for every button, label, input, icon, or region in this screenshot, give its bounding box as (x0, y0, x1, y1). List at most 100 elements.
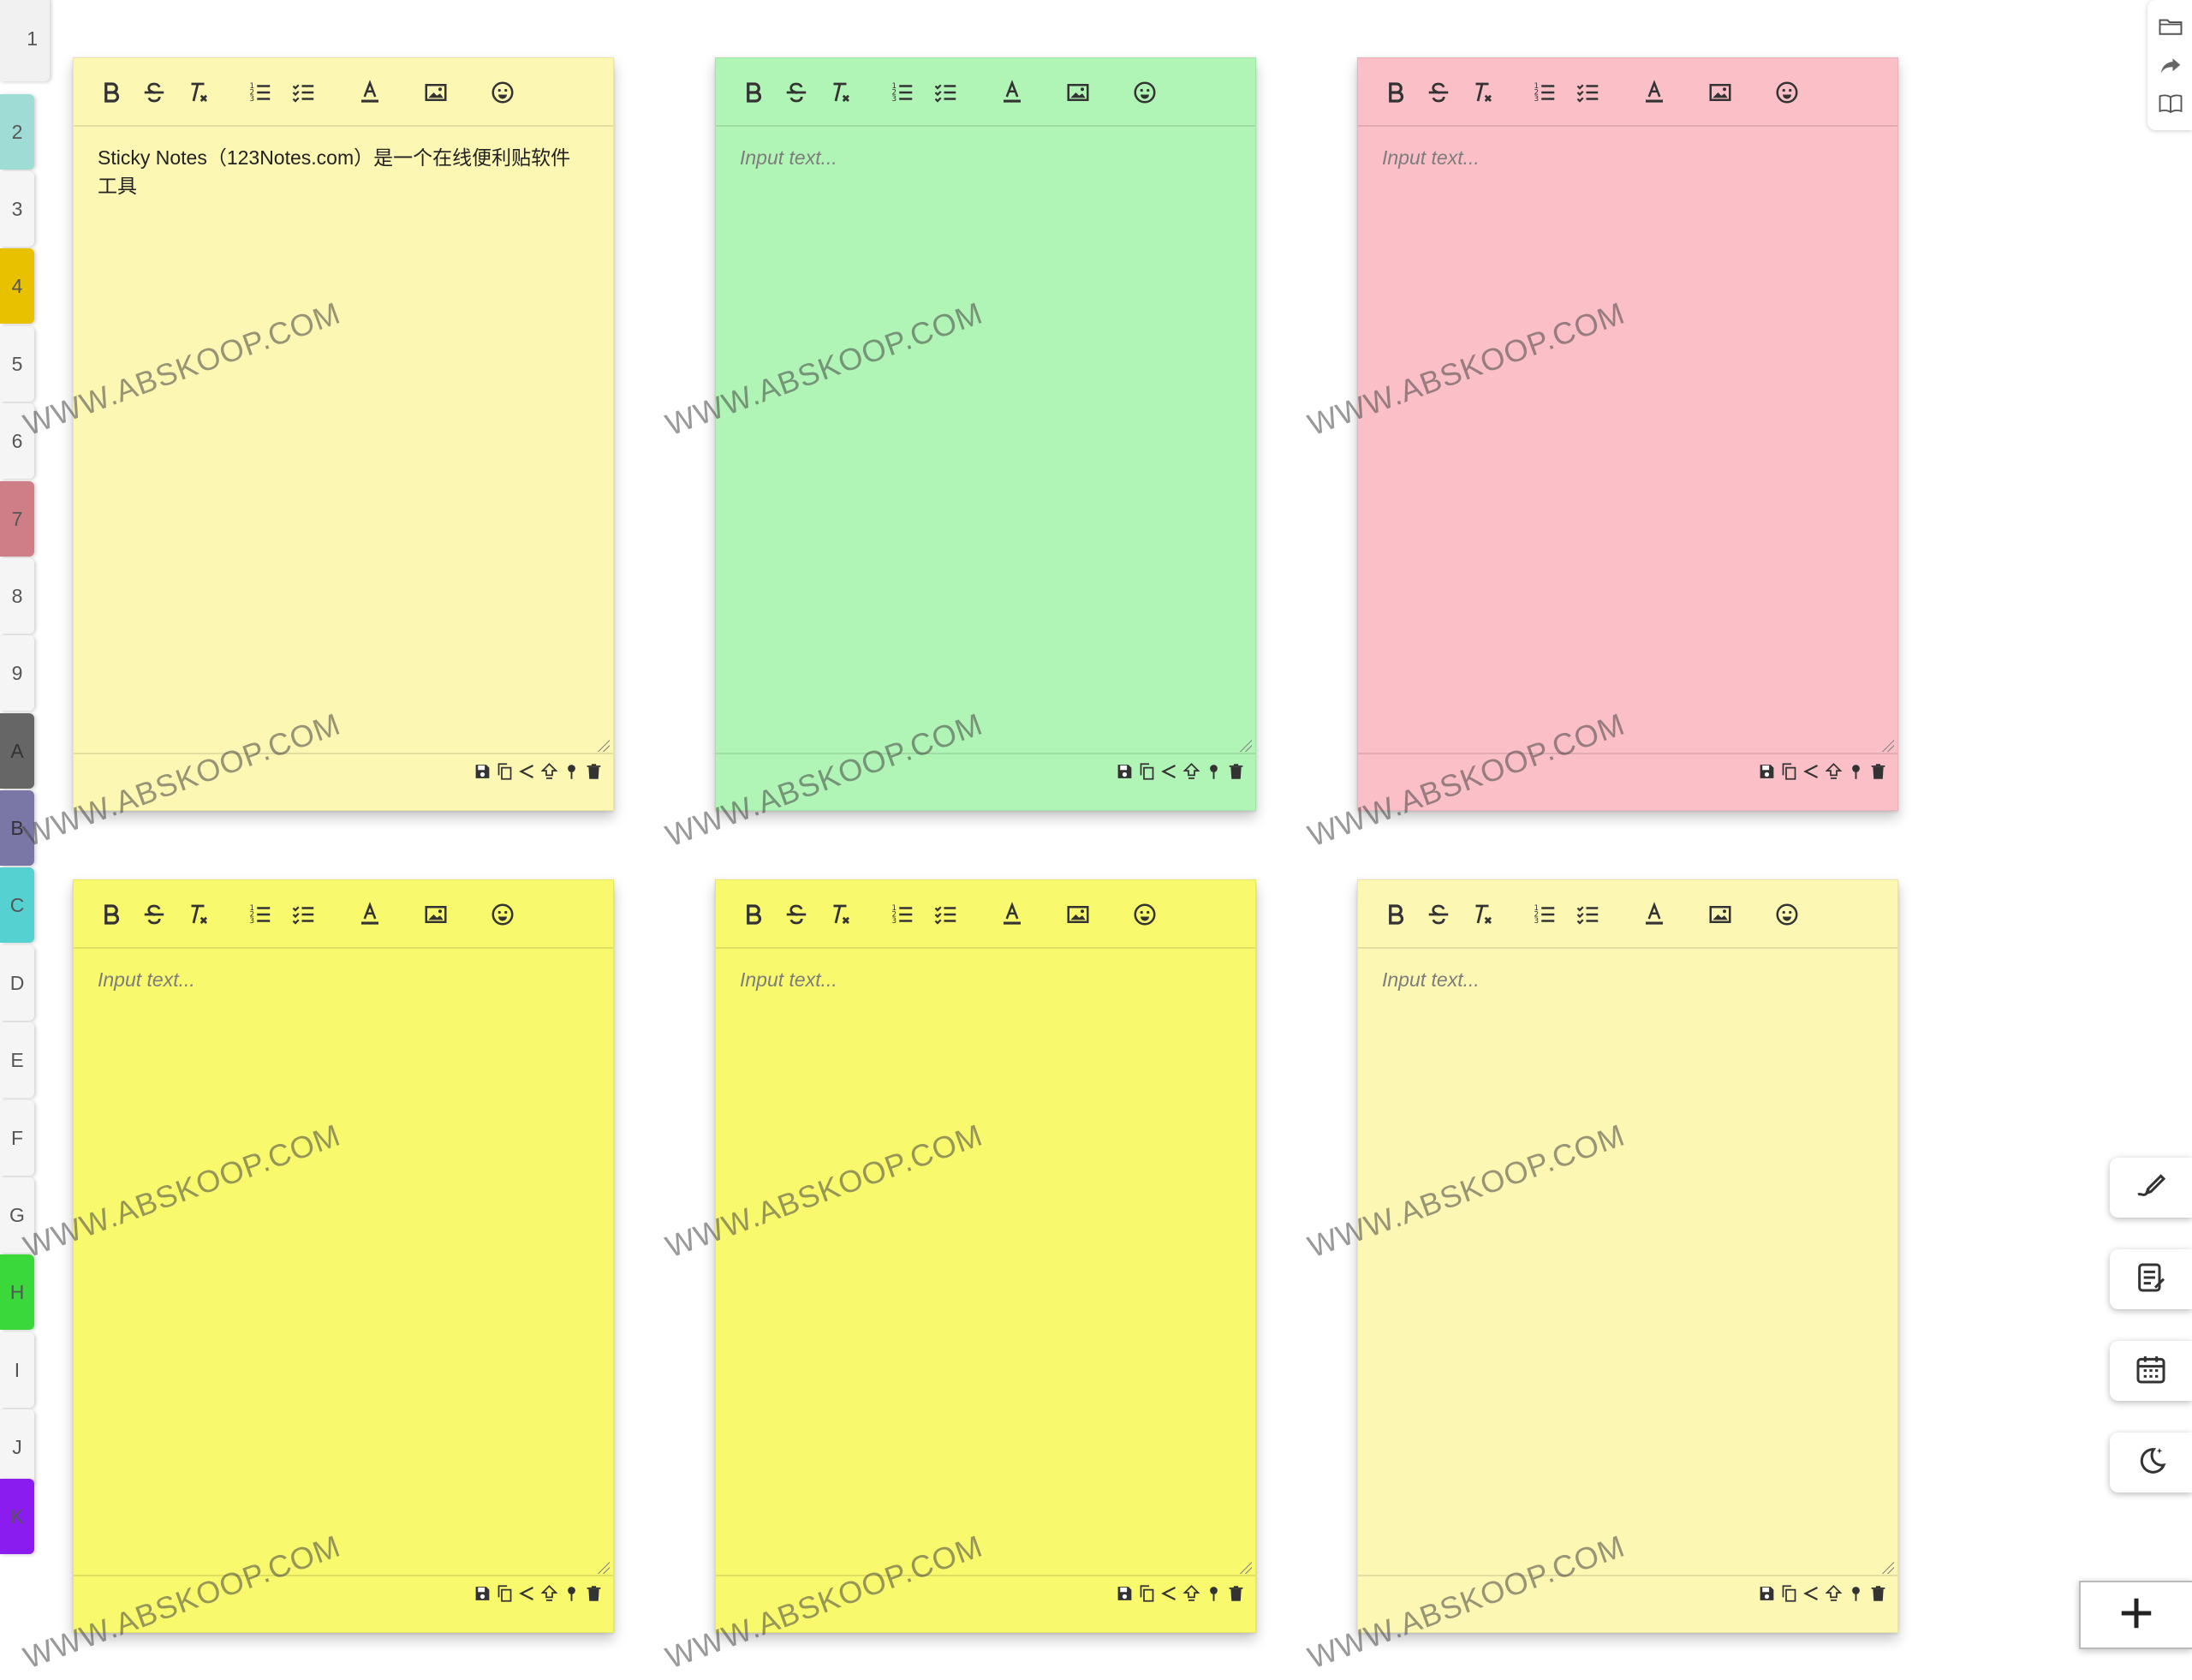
folder-icon[interactable] (2156, 12, 2185, 41)
note-editor[interactable]: Input text... (74, 947, 613, 1634)
tab-4[interactable]: 4 (0, 248, 34, 324)
sticky-note[interactable]: 1 2 3 Input text... WWW.ABSKOOP.COM WWW.ABSKO… (1303, 57, 1898, 854)
emoji-icon[interactable] (1772, 899, 1802, 930)
copy-icon[interactable] (1138, 761, 1156, 782)
checklist-icon[interactable] (931, 77, 962, 108)
copy-icon[interactable] (1780, 761, 1798, 782)
note-editor[interactable]: Sticky Notes（123Notes.com）是一个在线便利贴软件工具 (74, 125, 613, 812)
tab-2[interactable]: 2 (0, 94, 34, 170)
checklist-icon[interactable] (1573, 77, 1604, 108)
pin-icon[interactable] (563, 1583, 581, 1604)
delete-icon[interactable] (585, 761, 603, 782)
book-icon[interactable] (2156, 89, 2185, 118)
note-placeholder[interactable]: Input text... (1382, 144, 1861, 172)
emoji-icon[interactable] (487, 899, 518, 930)
tab-k[interactable]: K (0, 1479, 34, 1554)
image-icon[interactable] (420, 77, 451, 108)
text-color-icon[interactable] (354, 899, 385, 930)
pin-icon[interactable] (1847, 1583, 1865, 1604)
resize-handle[interactable] (596, 738, 610, 752)
night-mode-button[interactable] (2110, 1433, 2192, 1492)
text-color-icon[interactable] (997, 77, 1028, 108)
save-icon[interactable] (1116, 761, 1134, 782)
tab-b[interactable]: B (0, 790, 34, 866)
image-icon[interactable] (1063, 77, 1093, 108)
bold-icon[interactable] (738, 899, 769, 930)
share-arrow-icon[interactable] (2156, 51, 2185, 80)
bold-icon[interactable] (96, 899, 127, 930)
text-color-icon[interactable] (1639, 77, 1670, 108)
checklist-icon[interactable] (931, 899, 962, 930)
save-icon[interactable] (474, 761, 491, 782)
image-icon[interactable] (420, 899, 451, 930)
copy-icon[interactable] (496, 1583, 514, 1604)
bold-icon[interactable] (738, 77, 769, 108)
strikethrough-icon[interactable] (781, 899, 812, 930)
export-icon[interactable] (1825, 1583, 1843, 1604)
export-icon[interactable] (540, 1583, 558, 1604)
share-icon[interactable] (1802, 761, 1820, 782)
delete-icon[interactable] (1869, 1583, 1887, 1604)
bold-icon[interactable] (96, 77, 127, 108)
pin-icon[interactable] (1205, 1583, 1223, 1604)
clear-format-icon[interactable] (1467, 899, 1498, 930)
ordered-list-icon[interactable]: 123 (245, 77, 276, 108)
add-note-button[interactable] (2079, 1581, 2192, 1649)
clear-format-icon[interactable] (182, 899, 213, 930)
delete-icon[interactable] (1227, 761, 1245, 782)
emoji-icon[interactable] (1129, 77, 1160, 108)
bold-icon[interactable] (1380, 77, 1411, 108)
note-placeholder[interactable]: Input text... (740, 144, 1219, 172)
export-icon[interactable] (540, 761, 558, 782)
image-icon[interactable] (1063, 899, 1093, 930)
resize-handle[interactable] (596, 1560, 610, 1574)
share-icon[interactable] (1802, 1583, 1820, 1604)
delete-icon[interactable] (1869, 761, 1887, 782)
tab-9[interactable]: 9 (0, 635, 34, 711)
pin-icon[interactable] (1847, 761, 1865, 782)
checklist-icon[interactable] (1573, 899, 1604, 930)
delete-icon[interactable] (585, 1583, 603, 1604)
delete-icon[interactable] (1227, 1583, 1245, 1604)
handwriting-button[interactable] (2110, 1158, 2192, 1218)
bold-icon[interactable] (1380, 899, 1411, 930)
ordered-list-icon[interactable]: 123 (1529, 899, 1560, 930)
save-icon[interactable] (1758, 761, 1776, 782)
export-icon[interactable] (1182, 761, 1200, 782)
copy-icon[interactable] (496, 761, 514, 782)
tab-d[interactable]: D (0, 945, 34, 1021)
note-editor[interactable]: Input text... (1358, 947, 1897, 1634)
tab-7[interactable]: 7 (0, 481, 34, 557)
note-editor[interactable]: Input text... (716, 125, 1255, 812)
emoji-icon[interactable] (1129, 899, 1160, 930)
calendar-button[interactable] (2110, 1341, 2192, 1401)
strikethrough-icon[interactable] (1423, 899, 1454, 930)
strikethrough-icon[interactable] (781, 77, 812, 108)
share-icon[interactable] (518, 1583, 536, 1604)
tab-a[interactable]: A (0, 713, 34, 789)
tab-j[interactable]: J (0, 1409, 34, 1485)
export-icon[interactable] (1825, 761, 1843, 782)
text-color-icon[interactable] (354, 77, 385, 108)
tab-8[interactable]: 8 (0, 558, 34, 634)
note-placeholder[interactable]: Input text... (740, 966, 1219, 994)
note-editor[interactable]: Input text... (716, 947, 1255, 1634)
pin-icon[interactable] (563, 761, 581, 782)
tab-5[interactable]: 5 (0, 326, 34, 402)
note-placeholder[interactable]: Input text... (1382, 966, 1861, 994)
ordered-list-icon[interactable]: 123 (245, 899, 276, 930)
pin-icon[interactable] (1205, 761, 1223, 782)
export-icon[interactable] (1182, 1583, 1200, 1604)
save-icon[interactable] (474, 1583, 491, 1604)
note-editor[interactable]: Input text... (1358, 125, 1897, 812)
tab-1[interactable]: 1 (0, 0, 50, 81)
share-icon[interactable] (518, 761, 536, 782)
image-icon[interactable] (1705, 77, 1736, 108)
sticky-note[interactable]: 1 2 3 Input text... WWW.ABSKOOP.COM WWW.ABSKO… (661, 879, 1256, 1676)
clear-format-icon[interactable] (825, 899, 855, 930)
copy-icon[interactable] (1138, 1583, 1156, 1604)
tab-c[interactable]: C (0, 867, 34, 943)
save-icon[interactable] (1758, 1583, 1776, 1604)
tab-3[interactable]: 3 (0, 171, 34, 247)
text-color-icon[interactable] (1639, 899, 1670, 930)
